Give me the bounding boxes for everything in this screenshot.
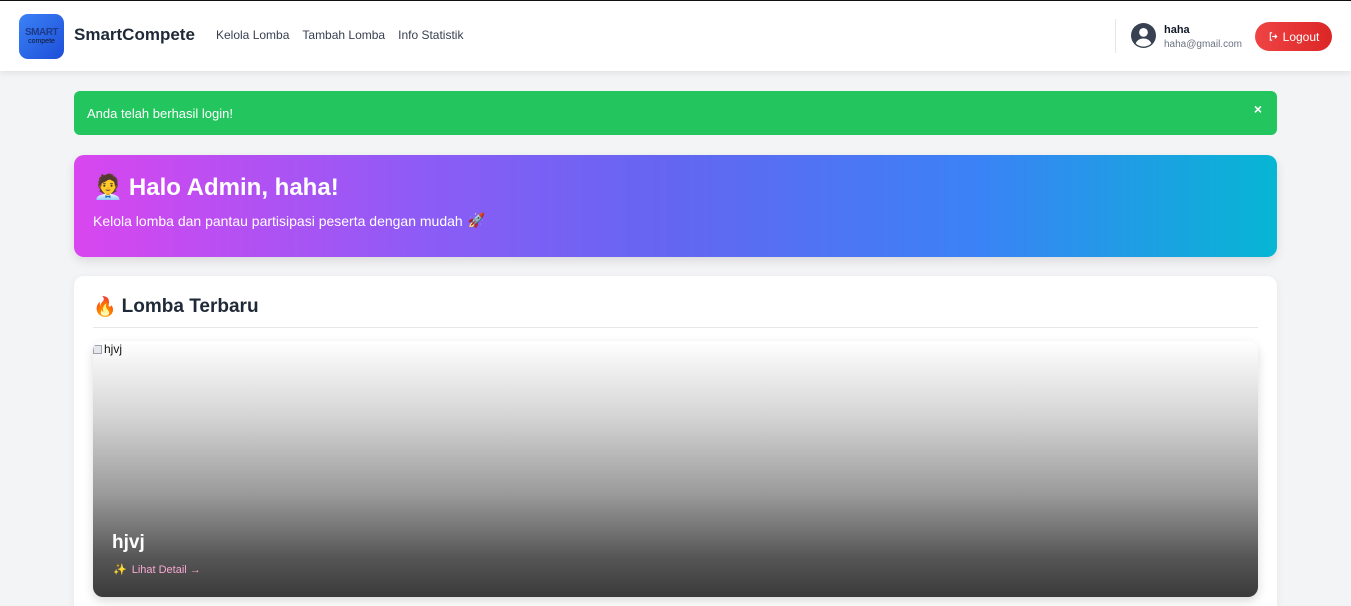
section-title-text: Lomba Terbaru [121, 296, 259, 317]
app-logo[interactable]: SMART compete [19, 14, 64, 59]
welcome-title-text: Halo Admin, haha! [128, 173, 339, 201]
section-divider [93, 327, 1258, 328]
competition-detail-link[interactable]: ✨ Lihat Detail → [113, 563, 201, 577]
user-name: haha [1164, 24, 1190, 36]
welcome-title: 🧑‍💼 Halo Admin, haha! [93, 173, 339, 202]
welcome-subtitle: Kelola lomba dan pantau partisipasi pese… [93, 212, 485, 229]
welcome-subtitle-text: Kelola lomba dan pantau partisipasi pese… [93, 212, 463, 229]
competition-name: hjvj [112, 532, 145, 553]
logo-text-bottom: compete [28, 37, 55, 45]
fire-icon: 🔥 [93, 297, 117, 318]
alert-message: Anda telah berhasil login! [87, 105, 233, 121]
office-worker-icon: 🧑‍💼 [93, 174, 123, 201]
logout-icon [1269, 32, 1278, 41]
navbar-divider [1115, 19, 1116, 53]
latest-competitions-card: 🔥 Lomba Terbaru hjvj hjvj ✨ Lihat Detail… [74, 276, 1277, 606]
competition-card[interactable]: hjvj hjvj ✨ Lihat Detail → [93, 341, 1258, 597]
logout-button[interactable]: Logout [1255, 22, 1332, 51]
brand-name[interactable]: SmartCompete [74, 25, 195, 45]
logo-text-top: SMART [24, 26, 59, 38]
detail-link-label: Lihat Detail → [131, 563, 201, 576]
rocket-icon: 🚀 [467, 212, 486, 228]
top-navbar: SMART compete SmartCompete Kelola Lomba … [0, 1, 1351, 71]
nav-link-info-statistik[interactable]: Info Statistik [398, 28, 463, 42]
nav-link-kelola-lomba[interactable]: Kelola Lomba [216, 28, 289, 42]
nav-links: Kelola Lomba Tambah Lomba Info Statistik [216, 28, 463, 42]
sparkles-icon: ✨ [113, 564, 127, 576]
success-alert: Anda telah berhasil login! × [74, 91, 1277, 135]
user-avatar-icon [1131, 23, 1156, 48]
nav-link-tambah-lomba[interactable]: Tambah Lomba [302, 28, 385, 42]
competition-image-alt: hjvj [104, 342, 123, 356]
logout-label: Logout [1282, 29, 1320, 44]
broken-image-icon [93, 344, 102, 354]
close-icon[interactable]: × [1254, 101, 1262, 117]
section-title: 🔥 Lomba Terbaru [93, 295, 259, 319]
user-email: haha@gmail.com [1164, 39, 1242, 50]
competition-image: hjvj [93, 342, 122, 356]
welcome-banner: 🧑‍💼 Halo Admin, haha! Kelola lomba dan p… [74, 155, 1277, 257]
